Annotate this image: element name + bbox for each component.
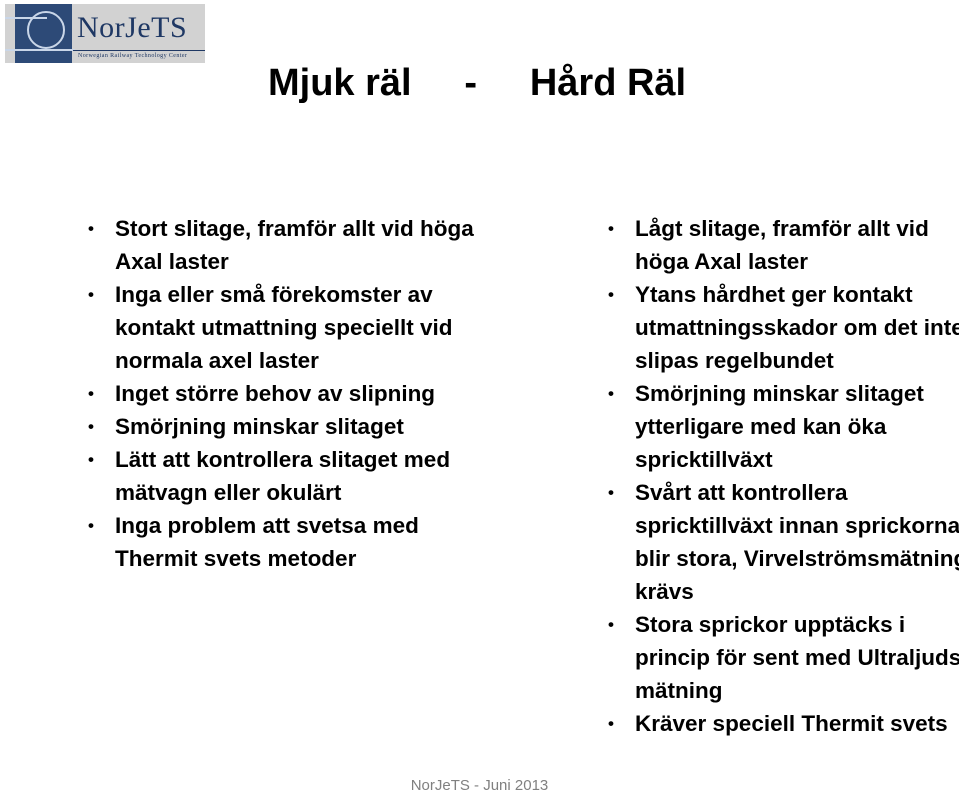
right-bullet-column: Lågt slitage, framför allt vid höga Axal…	[598, 212, 959, 740]
logo-divider	[73, 50, 205, 51]
logo-tagline: Norwegian Railway Technology Center	[78, 53, 188, 59]
list-item: Smörjning minskar slitaget ytterligare m…	[598, 377, 959, 476]
list-item: Svårt att kontrollera spricktillväxt inn…	[598, 476, 959, 608]
slide-title: Mjuk räl - Hård Räl	[268, 62, 687, 104]
list-item: Stort slitage, framför allt vid höga Axa…	[78, 212, 478, 278]
list-item: Inga problem att svetsa med Thermit svet…	[78, 509, 478, 575]
logo-ring-mark-icon	[5, 4, 75, 63]
norjets-logo: NorJeTS Norwegian Railway Technology Cen…	[5, 4, 205, 63]
list-item: Ytans hårdhet ger kontakt utmattningsska…	[598, 278, 959, 377]
list-item: Inga eller små förekomster av kontakt ut…	[78, 278, 478, 377]
list-item: Inget större behov av slipning	[78, 377, 478, 410]
left-bullet-column: Stort slitage, framför allt vid höga Axa…	[78, 212, 478, 575]
list-item: Lätt att kontrollera slitaget med mätvag…	[78, 443, 478, 509]
logo-circle-icon	[27, 11, 65, 49]
logo-bar-bottom	[5, 49, 75, 51]
list-item: Kräver speciell Thermit svets	[598, 707, 959, 740]
list-item: Lågt slitage, framför allt vid höga Axal…	[598, 212, 959, 278]
slide-footer: NorJeTS - Juni 2013	[410, 777, 549, 794]
list-item: Smörjning minskar slitaget	[78, 410, 478, 443]
logo-wordmark: NorJeTS	[77, 11, 188, 44]
list-item: Stora sprickor upptäcks i princip för se…	[598, 608, 959, 707]
